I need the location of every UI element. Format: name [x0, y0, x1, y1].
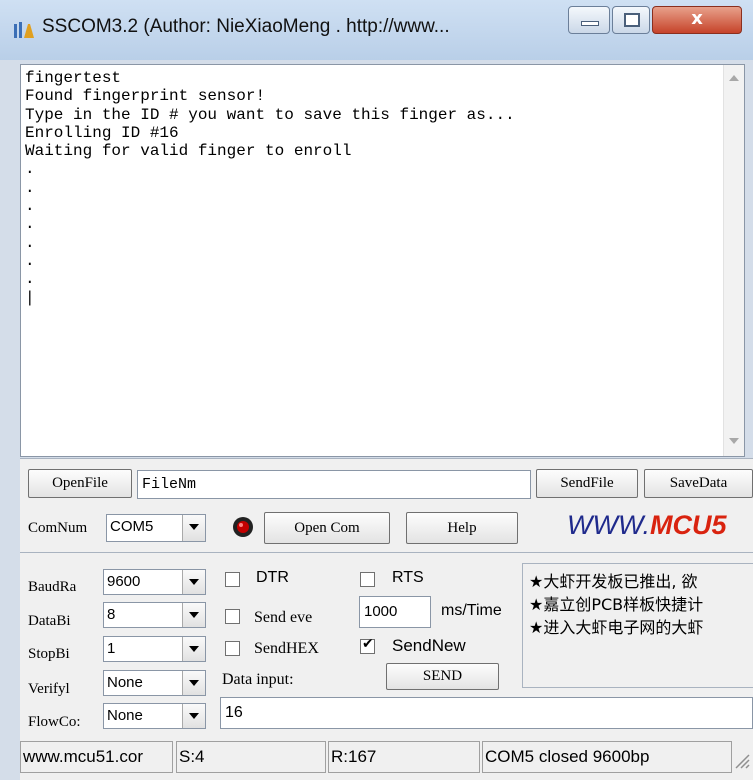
chevron-down-icon[interactable] [182, 637, 205, 661]
record-icon [233, 517, 253, 537]
rts-checkbox[interactable] [360, 572, 375, 587]
data-input-field[interactable]: 16 [220, 697, 753, 729]
com-port-select[interactable]: COM5 [106, 514, 206, 542]
close-button[interactable]: x [652, 6, 742, 34]
flow-control-label: FlowCo: [28, 714, 81, 730]
scroll-down-icon[interactable] [729, 438, 739, 444]
send-file-button[interactable]: SendFile [536, 469, 638, 498]
send-new-checkbox[interactable] [360, 636, 375, 654]
scroll-up-icon[interactable] [729, 75, 739, 81]
chevron-down-icon[interactable] [182, 603, 205, 627]
status-port-state: COM5 closed 9600bp [482, 741, 732, 773]
panel-divider [20, 552, 753, 553]
send-hex-label: SendHEX [254, 640, 319, 657]
verify-value: None [107, 674, 143, 691]
received-text: fingertest Found fingerprint sensor! Typ… [25, 69, 515, 307]
maximize-icon [624, 13, 640, 27]
verify-label: Verifyl [28, 681, 70, 697]
flow-control-select[interactable]: None [103, 703, 206, 729]
send-every-label: Send eve [254, 609, 313, 626]
interval-input[interactable]: 1000 [359, 596, 431, 628]
resize-grip-icon[interactable] [734, 751, 750, 769]
com-port-value: COM5 [110, 518, 154, 535]
verify-select[interactable]: None [103, 670, 206, 696]
receive-output-area[interactable]: fingertest Found fingerprint sensor! Typ… [20, 64, 745, 457]
data-bits-select[interactable]: 8 [103, 602, 206, 628]
brand-url-prefix: WWW. [567, 510, 650, 540]
baud-rate-label: BaudRa [28, 579, 77, 595]
brand-url: WWW.MCU5 [567, 510, 726, 541]
open-file-button[interactable]: OpenFile [28, 469, 132, 498]
ad-line-1[interactable]: ★大虾开发板已推出, 欲 [529, 568, 698, 592]
status-received-count: R:167 [328, 741, 480, 773]
dtr-label: DTR [256, 569, 289, 586]
stop-bits-label: StopBi [28, 646, 70, 662]
stop-bits-select[interactable]: 1 [103, 636, 206, 662]
rts-label: RTS [392, 569, 424, 586]
baud-rate-value: 9600 [107, 573, 141, 590]
status-bar: www.mcu51.cor S:4 R:167 COM5 closed 9600… [20, 737, 753, 780]
data-bits-value: 8 [107, 606, 116, 623]
send-every-checkbox[interactable] [225, 609, 240, 624]
ad-text-box: ★大虾开发板已推出, 欲 ★嘉立创PCB样板快捷计 ★进入大虾电子网的大虾 [522, 563, 753, 688]
chevron-down-icon[interactable] [182, 570, 205, 594]
send-new-label: SendNew [392, 636, 466, 655]
dtr-checkbox[interactable] [225, 572, 240, 587]
chevron-down-icon[interactable] [182, 515, 205, 541]
open-com-button[interactable]: Open Com [264, 512, 390, 544]
minimize-button[interactable] [568, 6, 610, 34]
send-button[interactable]: SEND [386, 663, 499, 690]
app-icon [14, 22, 34, 38]
minimize-icon [581, 21, 599, 26]
title-bar[interactable]: SSCOM3.2 (Author: NieXiaoMeng . http://w… [0, 0, 753, 61]
close-icon: x [691, 8, 703, 29]
chevron-down-icon[interactable] [182, 671, 205, 695]
flow-control-value: None [107, 707, 143, 724]
ad-line-3[interactable]: ★进入大虾电子网的大虾 [529, 614, 703, 638]
stop-bits-value: 1 [107, 640, 116, 657]
filename-input[interactable]: FileNm [137, 470, 531, 499]
interval-unit-label: ms/Time [441, 602, 502, 619]
data-bits-label: DataBi [28, 613, 71, 629]
window-title: SSCOM3.2 (Author: NieXiaoMeng . http://w… [42, 16, 450, 37]
comnum-label: ComNum [28, 520, 88, 536]
data-input-label: Data input: [222, 671, 294, 688]
ad-line-2[interactable]: ★嘉立创PCB样板快捷计 [529, 591, 703, 615]
vertical-scrollbar[interactable] [723, 65, 744, 456]
save-data-button[interactable]: SaveData [644, 469, 753, 498]
send-hex-checkbox[interactable] [225, 641, 240, 656]
status-website: www.mcu51.cor [20, 741, 173, 773]
status-sent-count: S:4 [176, 741, 326, 773]
baud-rate-select[interactable]: 9600 [103, 569, 206, 595]
control-panel: OpenFile FileNm SendFile SaveData ComNum… [20, 458, 753, 749]
chevron-down-icon[interactable] [182, 704, 205, 728]
maximize-button[interactable] [612, 6, 650, 34]
help-button[interactable]: Help [406, 512, 518, 544]
brand-url-suffix: MCU5 [649, 510, 727, 540]
